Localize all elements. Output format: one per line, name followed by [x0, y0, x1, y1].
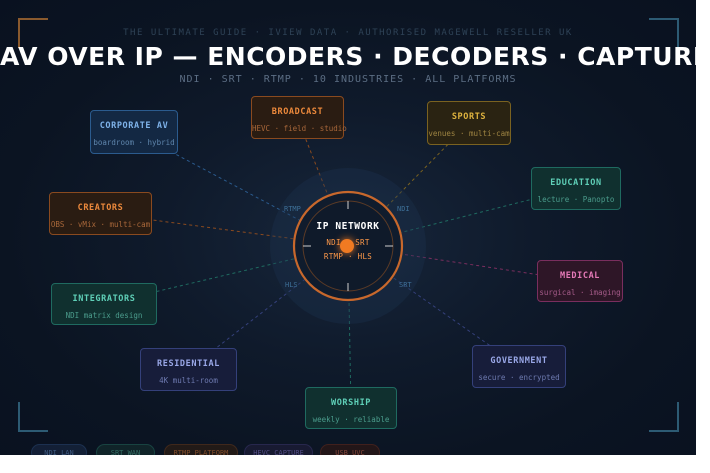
node-residential[interactable]: RESIDENTIAL 4K multi-room: [140, 348, 237, 391]
node-label: EDUCATION: [550, 178, 602, 188]
node-medical[interactable]: MEDICAL surgical · imaging: [537, 260, 623, 302]
node-subtitle: OBS · vMix · multi-cam: [50, 220, 151, 229]
node-corporate-av[interactable]: CORPORATE AV boardroom · hybrid: [90, 110, 178, 154]
footer-pill-ndi-lan: NDI LAN: [31, 444, 87, 455]
diagram-canvas: THE ULTIMATE GUIDE · IVIEW DATA · AUTHOR…: [0, 0, 696, 455]
node-sports[interactable]: SPORTS venues · multi-cam: [427, 101, 511, 145]
node-label: RESIDENTIAL: [157, 359, 220, 369]
node-government[interactable]: GOVERNMENT secure · encrypted: [472, 345, 566, 388]
node-label: CREATORS: [77, 203, 124, 213]
node-label: GOVERNMENT: [490, 356, 548, 366]
footer-pill-rtmp-platform: RTMP PLATFORM: [164, 444, 238, 455]
node-subtitle: venues · multi-cam: [428, 129, 510, 138]
protocol-label-srt: SRT: [399, 281, 412, 289]
footer-pill-hevc-capture: HEVC CAPTURE: [244, 444, 313, 455]
node-label: MEDICAL: [559, 271, 601, 281]
node-label: BROADCAST: [271, 107, 324, 117]
node-label: INTEGRATORS: [72, 294, 136, 304]
node-label: CORPORATE AV: [99, 121, 169, 131]
protocol-label-ndi: NDI: [397, 205, 410, 213]
node-subtitle: lecture · Panopto: [537, 195, 615, 204]
node-subtitle: weekly · reliable: [312, 415, 390, 424]
node-label: WORSHIP: [330, 398, 372, 408]
node-broadcast[interactable]: BROADCAST HEVC · field · studio: [251, 96, 347, 139]
protocol-label-hls: HLS: [285, 281, 298, 289]
node-integrators[interactable]: INTEGRATORS NDI matrix design: [51, 283, 157, 325]
node-subtitle: boardroom · hybrid: [93, 138, 175, 147]
hub-center-dot: [340, 239, 354, 253]
hub-title: IP NETWORK: [316, 221, 380, 232]
node-creators[interactable]: CREATORS OBS · vMix · multi-cam: [49, 192, 152, 235]
node-subtitle: HEVC · field · studio: [252, 124, 347, 133]
protocol-label-rtmp: RTMP: [284, 205, 301, 213]
node-education[interactable]: EDUCATION lecture · Panopto: [531, 167, 621, 210]
hub-protocols-line-2: RTMP · HLS: [323, 252, 373, 261]
node-subtitle: secure · encrypted: [478, 373, 560, 382]
node-worship[interactable]: WORSHIP weekly · reliable: [305, 387, 397, 429]
footer-pill-usb-uvc: USB UVC: [320, 444, 380, 455]
node-label: SPORTS: [451, 112, 487, 122]
footer-pill-srt-wan: SRT WAN: [96, 444, 155, 455]
node-subtitle: NDI matrix design: [65, 311, 143, 320]
node-subtitle: surgical · imaging: [539, 288, 621, 297]
node-subtitle: 4K multi-room: [159, 376, 218, 385]
